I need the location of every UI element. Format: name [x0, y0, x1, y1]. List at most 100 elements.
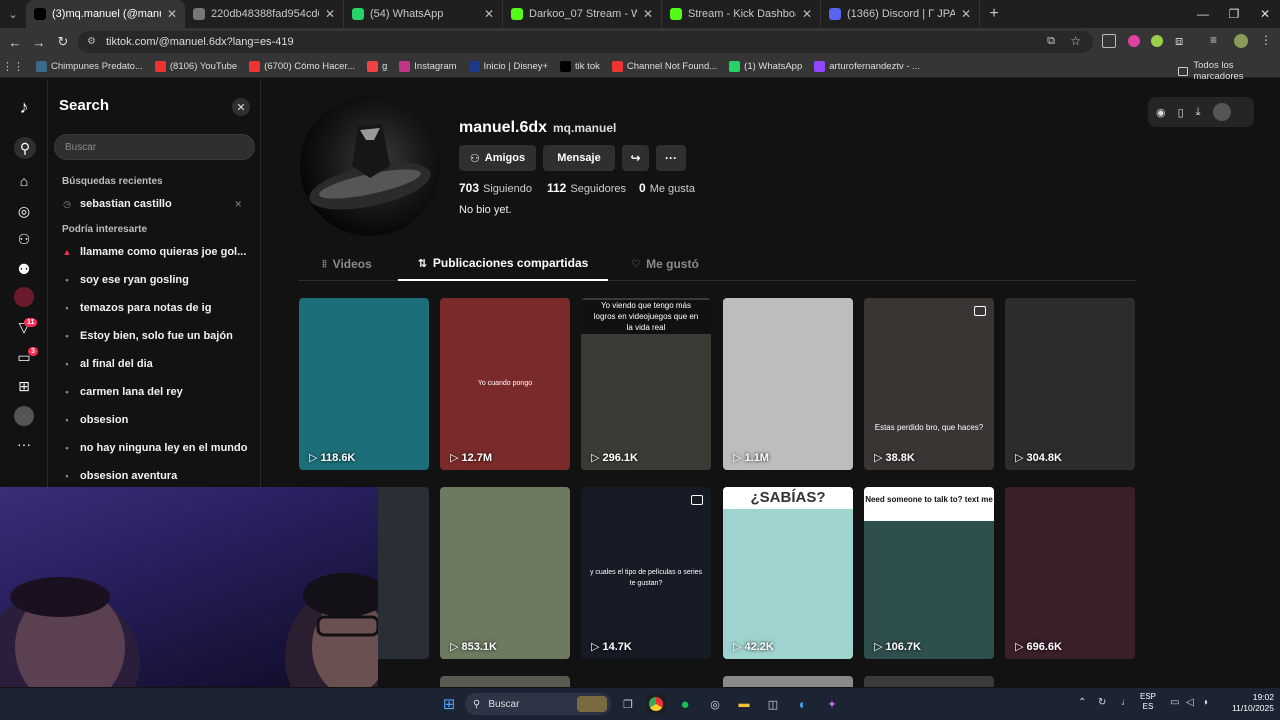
browser-tab[interactable]: (3)mq.manuel (@manuel.6dx) | ✕ [26, 0, 185, 28]
bookmark-item[interactable]: Instagram [399, 61, 457, 72]
home-icon[interactable]: ⌂ [14, 171, 34, 191]
new-tab-button[interactable]: + [980, 0, 1008, 28]
bookmark-item[interactable]: (1) WhatsApp [729, 61, 802, 72]
recent-search-item[interactable]: ◷ sebastian castillo ✕ [62, 198, 252, 210]
suggestion-item[interactable]: • soy ese ryan gosling [62, 274, 252, 286]
followers-stat[interactable]: 112 Seguidores [547, 181, 626, 195]
suggestion-item[interactable]: • carmen lana del rey [62, 386, 252, 398]
microphone-icon[interactable]: ♩ [1121, 697, 1131, 708]
video-tile[interactable]: ▷ 304.8K [1005, 298, 1135, 470]
search-icon[interactable]: ⚲ [14, 137, 36, 159]
coins-icon[interactable]: ◉ [1156, 106, 1166, 119]
suggestion-item[interactable]: • obsesion [62, 414, 252, 426]
remove-recent-icon[interactable]: ✕ [234, 199, 242, 210]
reload-icon[interactable]: ↻ [51, 30, 75, 54]
suggestion-item[interactable]: • Estoy bien, solo fue un bajón [62, 330, 252, 342]
windows-start-icon[interactable]: ⊞ [438, 693, 460, 715]
extension-1-icon[interactable] [1128, 35, 1140, 47]
bookmark-item[interactable]: Channel Not Found... [611, 61, 717, 72]
message-button[interactable]: Mensaje [543, 145, 615, 171]
video-tile[interactable]: ¿SABÍAS? ▷ 42.2K [723, 487, 853, 659]
media-icon[interactable]: ≡ [1210, 33, 1217, 47]
close-search-icon[interactable]: ✕ [232, 98, 250, 116]
bookmark-item[interactable]: g [366, 61, 387, 72]
chrome-icon[interactable] [645, 693, 667, 715]
suggestion-item[interactable]: • temazos para notas de ig [62, 302, 252, 314]
phone-icon[interactable]: ▯ [1178, 106, 1184, 119]
friends-button[interactable]: ⚇ Amigos [459, 145, 536, 171]
steam-icon[interactable]: ◎ [704, 693, 726, 715]
user-avatar-small[interactable] [1212, 103, 1231, 121]
suggestion-item[interactable]: • obsesion aventura [62, 470, 252, 482]
search-input[interactable] [54, 134, 255, 160]
browser-tab[interactable]: Darkoo_07 Stream - Watch Live ✕ [503, 0, 662, 28]
tab-search-icon[interactable]: ⌄ [0, 0, 26, 28]
maximize-button[interactable]: ❐ [1218, 0, 1250, 28]
video-tile[interactable]: Yo cuando pongo ▷ 12.7M [440, 298, 570, 470]
bookmark-star-icon[interactable]: ☆ [1070, 34, 1081, 48]
address-bar[interactable]: ⚙ tiktok.com/@manuel.6dx?lang=es-419 ⧉ ☆ [78, 31, 1093, 53]
suggestion-item[interactable]: ▲ llamame como quieras joe gol... [62, 246, 252, 258]
bookmark-item[interactable]: Inicio | Disney+ [468, 61, 548, 72]
menu-icon[interactable]: ⋮ [1260, 33, 1272, 47]
copilot-icon[interactable]: ✦ [821, 693, 843, 715]
video-tile[interactable]: ▷ 696.6K [1005, 487, 1135, 659]
more-options-icon[interactable]: ··· [656, 145, 686, 171]
video-tile[interactable]: y cuales el tipo de películas o series t… [581, 487, 711, 659]
taskbar-clock[interactable]: 19:02 11/10/2025 [1218, 692, 1274, 714]
video-tile[interactable]: Estas perdido bro, que haces? ▷ 38.8K [864, 298, 994, 470]
close-tab-icon[interactable]: ✕ [802, 7, 812, 21]
video-tile-partial[interactable] [864, 676, 994, 687]
close-window-button[interactable]: ✕ [1249, 0, 1280, 28]
following-stat[interactable]: 703 Siguiendo [459, 181, 532, 195]
share-icon[interactable]: ↪ [622, 145, 649, 171]
tab-videos[interactable]: ⦙⦙ Videos [298, 247, 396, 281]
tab-reposts[interactable]: ⇅ Publicaciones compartidas [398, 247, 608, 281]
browser-tab[interactable]: (54) WhatsApp ✕ [344, 0, 503, 28]
browser-tab[interactable]: Stream - Kick Dashboard ✕ [662, 0, 821, 28]
friends-icon[interactable]: ⚉ [14, 259, 34, 279]
tray-app-icon[interactable]: ↻ [1098, 697, 1106, 708]
bookmark-item[interactable]: (8106) YouTube [154, 61, 237, 72]
close-tab-icon[interactable]: ✕ [484, 7, 494, 21]
browser-tab[interactable]: 220db48388fad954cd6d9c340c ✕ [185, 0, 344, 28]
suggestion-item[interactable]: • al final del dia [62, 358, 252, 370]
bookmark-item[interactable]: tik tok [560, 61, 600, 72]
bookmark-item[interactable]: Chimpunes Predato... [36, 61, 143, 72]
live-icon[interactable] [14, 287, 34, 307]
spotify-icon[interactable]: ● [674, 693, 696, 715]
language-indicator[interactable]: ESP ES [1140, 692, 1156, 712]
store-icon[interactable]: ◫ [762, 693, 784, 715]
task-view-icon[interactable]: ❐ [617, 693, 639, 715]
extensions-icon[interactable]: ⧈ [1175, 33, 1183, 49]
video-tile-partial[interactable] [723, 676, 853, 687]
tiktok-logo-icon[interactable]: ♪ [14, 97, 34, 117]
volume-icon[interactable]: ◁ [1186, 697, 1194, 708]
close-tab-icon[interactable]: ✕ [325, 7, 335, 21]
back-icon[interactable]: ← [3, 30, 27, 54]
upload-icon[interactable]: ⊞ [14, 376, 34, 396]
bookmark-item[interactable]: arturofernandeztv - ... [814, 61, 920, 72]
extension-2-icon[interactable] [1151, 35, 1163, 47]
tray-chevron-icon[interactable]: ⌃ [1078, 697, 1086, 708]
video-tile[interactable]: Need someone to talk to? text me ▷ 106.7K [864, 487, 994, 659]
network-icon[interactable]: ▭ [1170, 697, 1179, 708]
video-tile[interactable]: Yo viendo que tengo más logros en videoj… [581, 298, 711, 470]
file-explorer-icon[interactable]: ▬ [733, 693, 755, 715]
close-tab-icon[interactable]: ✕ [643, 7, 653, 21]
taskbar-search[interactable]: ⚲ Buscar [465, 693, 611, 715]
apps-icon[interactable]: ⋮⋮ [0, 60, 26, 73]
close-tab-icon[interactable]: ✕ [961, 7, 971, 21]
browser-tab[interactable]: (1366) Discord | Γ JPARTID ✕ [821, 0, 980, 28]
profile-icon[interactable] [14, 406, 34, 426]
suggestion-item[interactable]: • no hay ninguna ley en el mundo [62, 442, 252, 454]
battery-icon[interactable]: ◑ [1202, 697, 1208, 708]
forward-icon[interactable]: → [27, 30, 51, 54]
install-icon[interactable]: ⧉ [1047, 35, 1055, 48]
site-info-icon[interactable]: ⚙ [87, 36, 96, 47]
profile-avatar[interactable] [1234, 34, 1248, 48]
reading-list-icon[interactable] [1102, 34, 1116, 48]
download-icon[interactable]: ⤓ [1196, 106, 1201, 119]
bookmark-item[interactable]: (6700) Cómo Hacer... [249, 61, 355, 72]
video-tile[interactable]: ▷ 1.1M [723, 298, 853, 470]
